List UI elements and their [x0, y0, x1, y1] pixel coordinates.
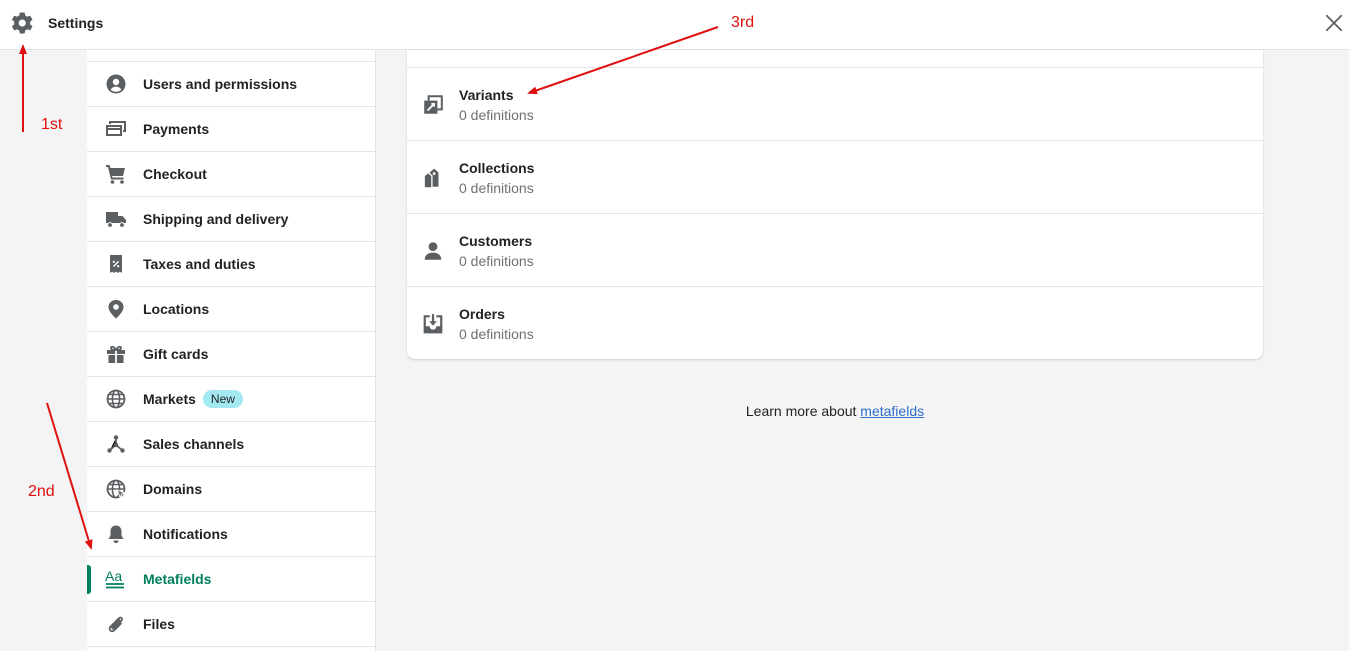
- learn-more-text: Learn more about metafields: [407, 403, 1263, 419]
- sidebar-item-label: Payments: [143, 121, 210, 137]
- metafield-row-title: Customers: [459, 233, 533, 249]
- variants-icon: [424, 95, 443, 114]
- learn-more-prefix: Learn more about: [745, 403, 861, 419]
- collections-icon: [423, 168, 439, 189]
- sidebar-top-divider: [87, 50, 375, 62]
- sidebar-item-locations[interactable]: Locations: [87, 287, 375, 332]
- cart-icon: [105, 163, 127, 185]
- sidebar-item-checkout[interactable]: Checkout: [87, 152, 375, 197]
- metafield-row-title: Orders: [459, 306, 505, 322]
- sidebar-item-gift-cards[interactable]: Gift cards: [87, 332, 375, 377]
- sidebar-item-markets[interactable]: Markets New: [87, 377, 375, 422]
- sidebar-item-users-and-permissions[interactable]: Users and permissions: [87, 62, 375, 107]
- annotation-3rd: 3rd: [731, 14, 755, 31]
- metafields-help-link[interactable]: metafields: [860, 403, 924, 419]
- globe-icon: [105, 388, 127, 410]
- metafield-row-orders[interactable]: Orders 0 definitions: [407, 287, 1263, 359]
- metafield-row-title: Variants: [459, 87, 514, 103]
- gift-icon: [105, 343, 127, 365]
- sidebar-item-files[interactable]: Files: [87, 602, 375, 647]
- sidebar-item-payments[interactable]: Payments: [87, 107, 375, 152]
- sidebar-item-taxes-and-duties[interactable]: Taxes and duties: [87, 242, 375, 287]
- sidebar-item-label: Markets: [143, 391, 196, 407]
- paperclip-icon: [105, 613, 127, 635]
- sidebar-item-label: Files: [143, 616, 175, 632]
- metafield-row-customers[interactable]: Customers 0 definitions: [407, 214, 1263, 287]
- gear-icon[interactable]: [11, 12, 33, 34]
- domain-globe-icon: [105, 478, 127, 500]
- page-title: Settings: [48, 15, 104, 31]
- card-top-divider: [407, 50, 1263, 68]
- sidebar-item-label: Domains: [143, 481, 203, 497]
- sidebar-item-label: Locations: [143, 301, 210, 317]
- customer-icon: [424, 242, 442, 260]
- top-bar: Settings: [0, 0, 1349, 50]
- metafield-row-count: 0 definitions: [459, 107, 534, 123]
- settings-sidebar: Users and permissions Payments Checkout …: [87, 50, 376, 651]
- sidebar-item-label: Metafields: [143, 571, 212, 587]
- truck-icon: [105, 208, 127, 230]
- sidebar-item-shipping-and-delivery[interactable]: Shipping and delivery: [87, 197, 375, 242]
- annotation-2nd: 2nd: [28, 483, 55, 500]
- sidebar-item-sales-channels[interactable]: Sales channels: [87, 422, 375, 467]
- new-badge: New: [202, 390, 243, 408]
- sidebar-item-label: Checkout: [143, 166, 207, 182]
- user-circle-icon: [105, 73, 127, 95]
- sidebar-item-label: Gift cards: [143, 346, 209, 362]
- metafields-icon: Aa: [105, 568, 127, 590]
- metafield-row-variants[interactable]: Variants 0 definitions: [407, 68, 1263, 141]
- metafield-row-count: 0 definitions: [459, 326, 534, 342]
- metafields-card: Variants 0 definitions Collections 0 def…: [407, 50, 1263, 359]
- sidebar-item-label: Notifications: [143, 526, 228, 542]
- payments-icon: [105, 118, 127, 140]
- metafield-row-count: 0 definitions: [459, 253, 534, 269]
- metafield-row-title: Collections: [459, 160, 535, 176]
- location-pin-icon: [105, 298, 127, 320]
- arrow-2nd: [46, 402, 93, 550]
- bell-icon: [105, 523, 127, 545]
- sidebar-item-label: Sales channels: [143, 436, 245, 452]
- close-icon[interactable]: [1323, 12, 1345, 34]
- svg-text:Aa: Aa: [105, 569, 122, 584]
- channels-icon: [105, 433, 127, 455]
- sidebar-item-label: Taxes and duties: [143, 256, 256, 272]
- sidebar-item-domains[interactable]: Domains: [87, 467, 375, 512]
- sidebar-item-notifications[interactable]: Notifications: [87, 512, 375, 557]
- orders-icon: [423, 314, 443, 334]
- metafield-row-count: 0 definitions: [459, 180, 534, 196]
- sidebar-item-metafields[interactable]: Aa Metafields: [87, 557, 375, 602]
- sidebar-item-label: Users and permissions: [143, 76, 298, 92]
- annotation-1st: 1st: [41, 116, 63, 133]
- tax-receipt-icon: [105, 253, 127, 275]
- sidebar-item-label: Shipping and delivery: [143, 211, 289, 227]
- metafield-row-collections[interactable]: Collections 0 definitions: [407, 141, 1263, 214]
